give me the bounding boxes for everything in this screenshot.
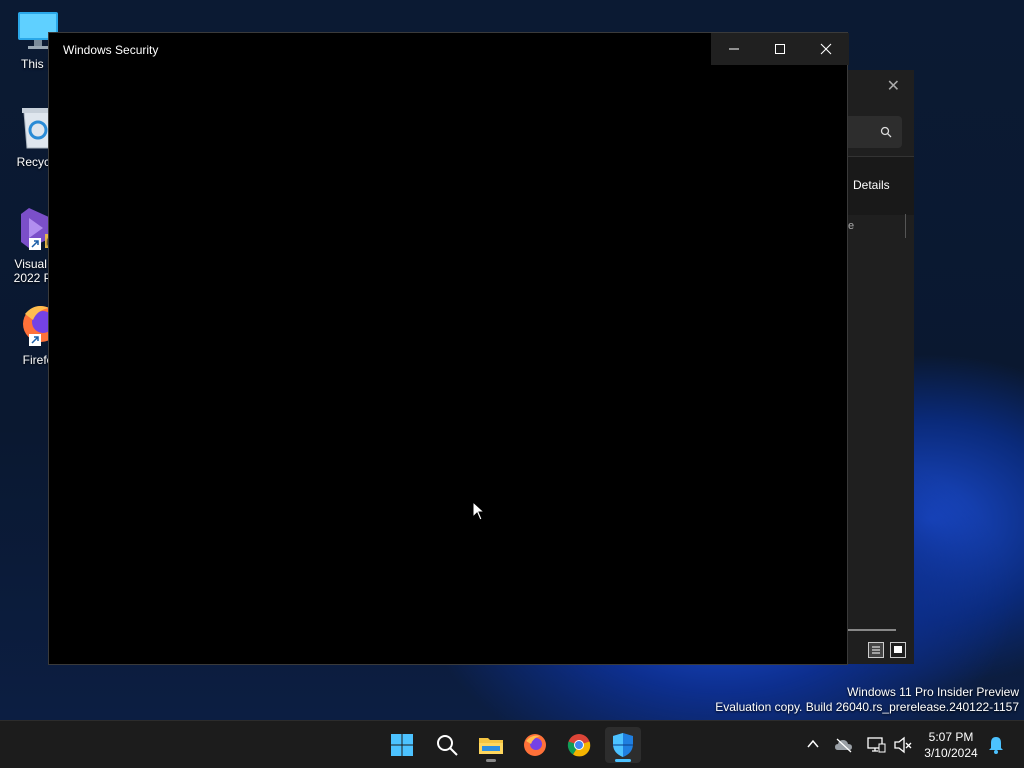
close-icon — [820, 43, 832, 55]
column-header-fragment[interactable]: e — [848, 220, 854, 232]
clock-time: 5:07 PM — [928, 730, 974, 744]
maximize-button[interactable] — [757, 33, 803, 65]
mouse-cursor-icon — [472, 501, 486, 521]
file-explorer-icon — [479, 738, 503, 754]
window-title: Windows Security — [63, 43, 159, 57]
details-button[interactable]: Details — [853, 178, 890, 192]
search-icon — [880, 126, 892, 138]
chrome-icon — [567, 734, 591, 757]
horizontal-scrollbar[interactable] — [848, 629, 896, 631]
volume-muted-icon[interactable] — [893, 736, 913, 754]
windows-security-icon — [613, 733, 633, 757]
chevron-up-icon[interactable] — [806, 737, 820, 751]
active-indicator — [615, 759, 631, 762]
column-divider[interactable] — [905, 214, 906, 238]
taskbar-file-explorer[interactable] — [473, 727, 509, 763]
search-icon — [437, 735, 458, 756]
minimize-icon — [729, 48, 739, 50]
start-icon — [391, 734, 413, 756]
clock-date: 3/10/2024 — [924, 746, 978, 760]
watermark-line1: Windows 11 Pro Insider Preview — [847, 685, 1019, 699]
running-indicator — [486, 759, 496, 762]
maximize-icon — [775, 44, 785, 54]
onedrive-offline-icon[interactable] — [834, 737, 854, 753]
taskbar-chrome[interactable] — [561, 727, 597, 763]
minimize-button[interactable] — [711, 33, 757, 65]
notification-bell-icon[interactable] — [988, 736, 1004, 754]
network-icon[interactable] — [866, 736, 886, 754]
start-button[interactable] — [384, 727, 420, 763]
taskbar-firefox[interactable] — [517, 727, 553, 763]
close-icon[interactable]: ✕ — [887, 76, 900, 96]
taskbar: 5:07 PM 3/10/2024 — [0, 720, 1024, 768]
search-box[interactable] — [840, 116, 902, 148]
large-icons-view-icon[interactable] — [890, 642, 906, 658]
taskbar-windows-security[interactable] — [605, 727, 641, 763]
system-clock[interactable]: 5:07 PM 3/10/2024 — [920, 729, 982, 761]
windows-security-window[interactable]: Windows Security — [48, 32, 849, 665]
firefox-icon — [524, 734, 546, 756]
close-button[interactable] — [803, 33, 849, 65]
watermark-line2: Evaluation copy. Build 26040.rs_prerelea… — [715, 700, 1019, 714]
search-button[interactable] — [429, 727, 465, 763]
details-view-icon[interactable] — [868, 642, 884, 658]
